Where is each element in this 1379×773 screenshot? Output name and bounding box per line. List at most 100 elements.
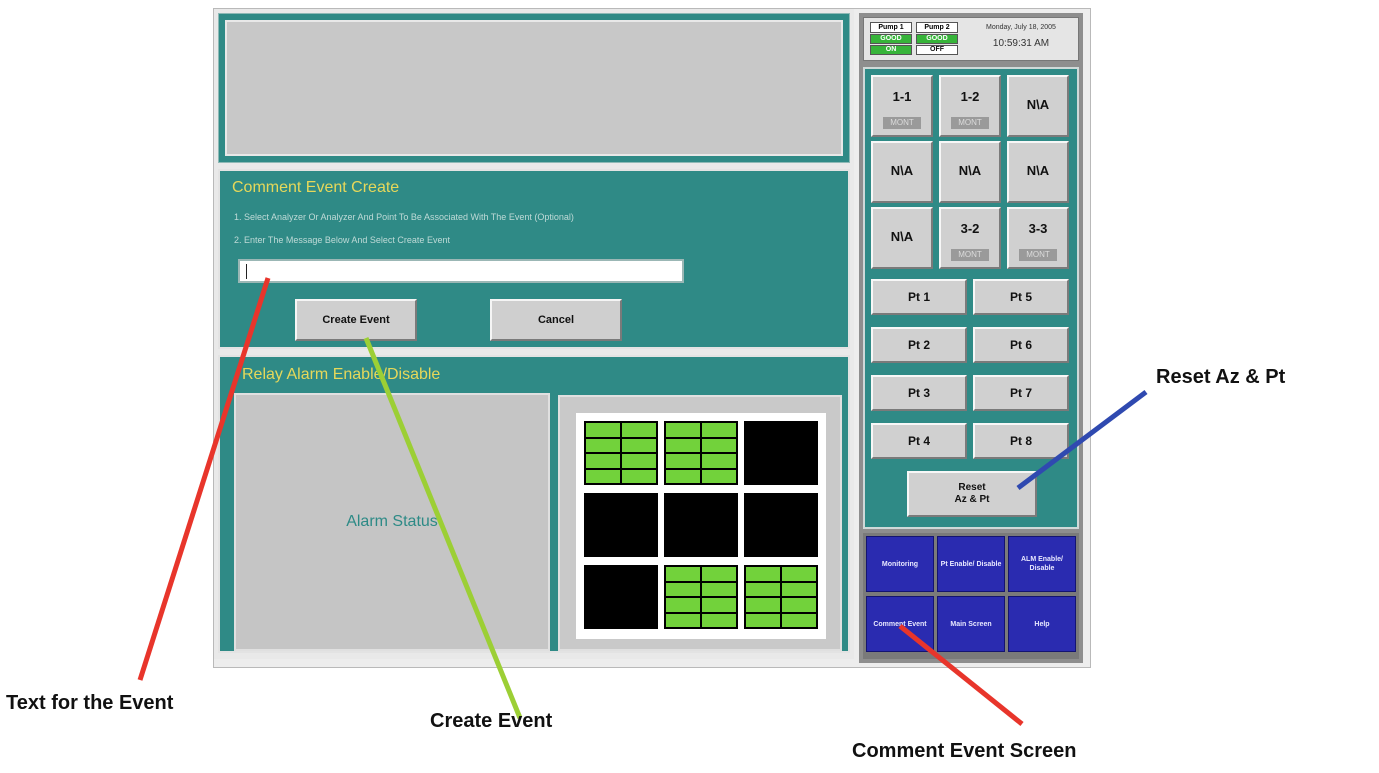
nav-help-button[interactable]: Help <box>1008 596 1076 652</box>
relay-bars <box>586 423 656 483</box>
relay-cell[interactable] <box>584 421 658 485</box>
relay-cell[interactable] <box>744 565 818 629</box>
relay-bars <box>666 423 736 483</box>
relay-cell[interactable] <box>584 565 658 629</box>
status-header: Pump 1 GOOD ON Pump 2 GOOD OFF Monday, J… <box>863 17 1079 61</box>
relay-bar <box>586 469 620 483</box>
alarm-status-box: Alarm Status <box>234 393 550 651</box>
relay-bar <box>746 582 780 596</box>
relay-bar <box>782 613 816 627</box>
instruction-select-analyzer: 1. Select Analyzer Or Analyzer And Point… <box>234 212 574 222</box>
event-text-input[interactable] <box>238 259 684 283</box>
analyzer-panel: 1-1 MONT 1-2 MONT N\A N\A N\A N\A N\A 3-… <box>863 67 1079 529</box>
analyzer-label: N\A <box>1026 97 1050 112</box>
create-event-button[interactable]: Create Event <box>295 299 417 341</box>
relay-bar <box>622 423 656 437</box>
pump-1-name: Pump 1 <box>870 22 912 33</box>
relay-bar <box>746 567 780 581</box>
relay-bar <box>782 582 816 596</box>
analyzer-label: N\A <box>958 163 982 178</box>
message-display-area <box>225 20 843 156</box>
relay-bar <box>746 613 780 627</box>
point-button[interactable]: Pt 7 <box>973 375 1069 411</box>
analyzer-mode-tag: MONT <box>883 117 921 129</box>
callout-text-for-event: Text for the Event <box>6 692 174 714</box>
pump-1-status: Pump 1 GOOD ON <box>870 22 912 58</box>
reset-label-line1: Reset <box>958 482 986 493</box>
point-button[interactable]: Pt 1 <box>871 279 967 315</box>
analyzer-button[interactable]: N\A <box>1007 141 1069 203</box>
analyzer-button[interactable]: 3-2 MONT <box>939 207 1001 269</box>
pump-1-power: ON <box>870 45 912 55</box>
relay-bar <box>666 454 700 468</box>
point-button[interactable]: Pt 2 <box>871 327 967 363</box>
analyzer-label: 3-3 <box>1028 221 1048 236</box>
point-button[interactable]: Pt 3 <box>871 375 967 411</box>
nav-pt-enable-button[interactable]: Pt Enable/ Disable <box>937 536 1005 592</box>
nav-monitoring-button[interactable]: Monitoring <box>866 536 934 592</box>
analyzer-button[interactable]: N\A <box>871 207 933 269</box>
analyzer-button[interactable]: 3-3 MONT <box>1007 207 1069 269</box>
relay-cell[interactable] <box>744 421 818 485</box>
point-button[interactable]: Pt 6 <box>973 327 1069 363</box>
relay-bar <box>586 423 620 437</box>
relay-bar <box>666 598 700 612</box>
left-column: Comment Event Create 1. Select Analyzer … <box>214 9 854 659</box>
analyzer-button[interactable]: 1-2 MONT <box>939 75 1001 137</box>
relay-grid-panel <box>558 395 842 651</box>
hmi-screen: Comment Event Create 1. Select Analyzer … <box>213 8 1091 668</box>
relay-cell[interactable] <box>584 493 658 557</box>
relay-cell[interactable] <box>664 493 738 557</box>
analyzer-button[interactable]: 1-1 MONT <box>871 75 933 137</box>
analyzer-label: 1-2 <box>960 89 980 104</box>
analyzer-label: N\A <box>1026 163 1050 178</box>
nav-alm-enable-button[interactable]: ALM Enable/ Disable <box>1008 536 1076 592</box>
callout-reset-az-pt: Reset Az & Pt <box>1156 366 1286 388</box>
relay-bar <box>782 567 816 581</box>
analyzer-button[interactable]: N\A <box>1007 75 1069 137</box>
relay-bar <box>702 423 736 437</box>
point-button[interactable]: Pt 8 <box>973 423 1069 459</box>
relay-bar <box>666 469 700 483</box>
date-display: Monday, July 18, 2005 <box>986 24 1056 31</box>
relay-bar <box>746 598 780 612</box>
analyzer-mode-tag: MONT <box>951 117 989 129</box>
relay-cell[interactable] <box>664 565 738 629</box>
relay-bars <box>666 567 736 627</box>
relay-bar <box>702 438 736 452</box>
analyzer-label: 1-1 <box>892 89 912 104</box>
relay-alarm-panel: Relay Alarm Enable/Disable Alarm Status <box>218 355 850 653</box>
relay-grid-frame <box>576 413 826 639</box>
relay-bar <box>702 582 736 596</box>
pump-2-name: Pump 2 <box>916 22 958 33</box>
relay-bar <box>702 598 736 612</box>
relay-bar <box>666 582 700 596</box>
callout-comment-event-screen: Comment Event Screen <box>852 740 1077 762</box>
reset-az-pt-button[interactable]: Reset Az & Pt <box>907 471 1037 517</box>
message-display-panel <box>218 13 850 163</box>
callout-create-event: Create Event <box>430 710 553 732</box>
comment-event-title: Comment Event Create <box>232 179 400 196</box>
relay-bar <box>622 469 656 483</box>
point-button[interactable]: Pt 4 <box>871 423 967 459</box>
analyzer-button[interactable]: N\A <box>871 141 933 203</box>
nav-main-screen-button[interactable]: Main Screen <box>937 596 1005 652</box>
cancel-button[interactable]: Cancel <box>490 299 622 341</box>
nav-comment-event-button[interactable]: Comment Event <box>866 596 934 652</box>
relay-cell[interactable] <box>664 421 738 485</box>
analyzer-mode-tag: MONT <box>1019 249 1057 261</box>
analyzer-label: N\A <box>890 163 914 178</box>
analyzer-button[interactable]: N\A <box>939 141 1001 203</box>
comment-event-panel: Comment Event Create 1. Select Analyzer … <box>218 169 850 349</box>
relay-bar <box>622 438 656 452</box>
relay-bar <box>702 567 736 581</box>
relay-alarm-title: Relay Alarm Enable/Disable <box>242 366 441 383</box>
pump-2-power: OFF <box>916 45 958 55</box>
relay-bar <box>702 454 736 468</box>
relay-cell[interactable] <box>744 493 818 557</box>
instruction-enter-message: 2. Enter The Message Below And Select Cr… <box>234 235 450 245</box>
point-button[interactable]: Pt 5 <box>973 279 1069 315</box>
right-column: Pump 1 GOOD ON Pump 2 GOOD OFF Monday, J… <box>859 13 1083 663</box>
navigation-panel: Monitoring Pt Enable/ Disable ALM Enable… <box>863 533 1079 659</box>
relay-bar <box>666 423 700 437</box>
